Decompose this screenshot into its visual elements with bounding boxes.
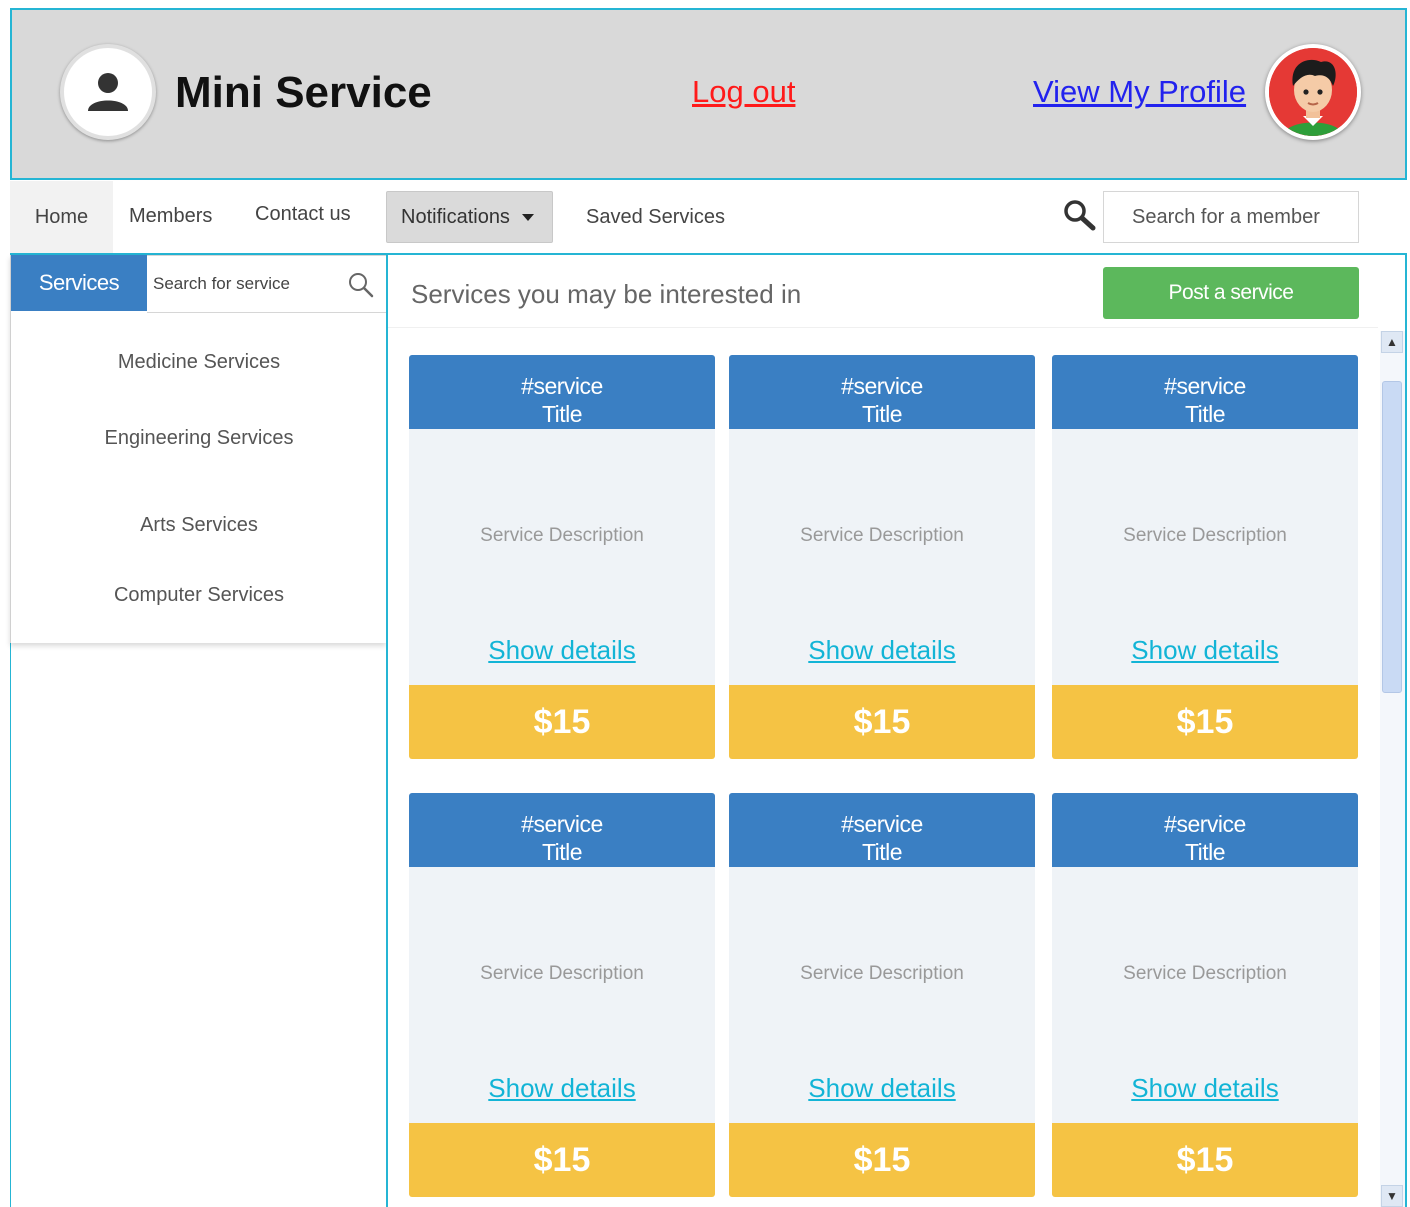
service-price: $15 bbox=[1052, 685, 1358, 759]
show-details-link[interactable]: Show details bbox=[1052, 1073, 1358, 1104]
logout-link[interactable]: Log out bbox=[692, 74, 795, 110]
service-card: #service Title Service Description Show … bbox=[1052, 355, 1358, 759]
service-card: #service Title Service Description Show … bbox=[729, 355, 1035, 759]
service-price: $15 bbox=[729, 685, 1035, 759]
notifications-dropdown[interactable]: Notifications bbox=[386, 191, 553, 243]
service-card-title: #service Title bbox=[1052, 793, 1358, 867]
show-details-link[interactable]: Show details bbox=[409, 635, 715, 666]
service-card-title: #service Title bbox=[729, 355, 1035, 429]
category-sidebar: Services Medicine Services Engineering S… bbox=[10, 255, 387, 643]
show-details-link[interactable]: Show details bbox=[409, 1073, 715, 1104]
service-card-title: #service Title bbox=[729, 793, 1035, 867]
category-medicine[interactable]: Medicine Services bbox=[11, 351, 387, 374]
scroll-up-icon[interactable]: ▲ bbox=[1381, 331, 1403, 353]
service-description: Service Description bbox=[480, 963, 644, 984]
services-tab[interactable]: Services bbox=[11, 255, 147, 311]
user-avatar[interactable] bbox=[1265, 44, 1361, 140]
nav-home[interactable]: Home bbox=[10, 181, 113, 253]
app-header: Mini Service Log out View My Profile bbox=[10, 8, 1407, 180]
scrollbar[interactable]: ▲ ▼ bbox=[1380, 331, 1405, 1207]
category-arts[interactable]: Arts Services bbox=[11, 514, 387, 537]
show-details-link[interactable]: Show details bbox=[729, 635, 1035, 666]
service-card-body: Service Description Show details bbox=[409, 867, 715, 1123]
service-card-body: Service Description Show details bbox=[1052, 429, 1358, 685]
service-description: Service Description bbox=[1123, 963, 1287, 984]
service-card-body: Service Description Show details bbox=[729, 867, 1035, 1123]
caret-down-icon bbox=[521, 213, 534, 221]
nav-saved-services[interactable]: Saved Services bbox=[586, 206, 725, 229]
service-card-body: Service Description Show details bbox=[1052, 867, 1358, 1123]
category-engineering[interactable]: Engineering Services bbox=[11, 427, 387, 450]
scroll-down-icon[interactable]: ▼ bbox=[1381, 1185, 1403, 1207]
service-description: Service Description bbox=[1123, 525, 1287, 546]
service-card-title: #service Title bbox=[409, 793, 715, 867]
service-price: $15 bbox=[409, 685, 715, 759]
service-description: Service Description bbox=[480, 525, 644, 546]
post-service-button[interactable]: Post a service bbox=[1103, 267, 1359, 319]
service-description: Service Description bbox=[800, 525, 964, 546]
service-card-title: #service Title bbox=[1052, 355, 1358, 429]
search-icon[interactable] bbox=[347, 271, 375, 299]
show-details-link[interactable]: Show details bbox=[729, 1073, 1035, 1104]
user-avatar-icon bbox=[1269, 48, 1357, 136]
main-nav: Home Members Contact us Notifications Sa… bbox=[10, 181, 1407, 255]
service-card: #service Title Service Description Show … bbox=[409, 793, 715, 1197]
nav-members[interactable]: Members bbox=[129, 205, 212, 228]
service-card: #service Title Service Description Show … bbox=[409, 355, 715, 759]
service-card: #service Title Service Description Show … bbox=[1052, 793, 1358, 1197]
user-icon bbox=[88, 73, 128, 111]
section-title: Services you may be interested in bbox=[411, 279, 802, 309]
service-card-body: Service Description Show details bbox=[409, 429, 715, 685]
search-icon[interactable] bbox=[1060, 197, 1098, 235]
services-panel: Services you may be interested in Post a… bbox=[386, 255, 1407, 1207]
notifications-label: Notifications bbox=[401, 205, 510, 228]
divider bbox=[388, 327, 1378, 328]
view-profile-link[interactable]: View My Profile bbox=[1033, 74, 1246, 110]
service-price: $15 bbox=[1052, 1123, 1358, 1197]
service-card-title: #service Title bbox=[409, 355, 715, 429]
app-title: Mini Service bbox=[175, 68, 432, 117]
service-card-body: Service Description Show details bbox=[729, 429, 1035, 685]
service-card: #service Title Service Description Show … bbox=[729, 793, 1035, 1197]
show-details-link[interactable]: Show details bbox=[1052, 635, 1358, 666]
nav-contact[interactable]: Contact us bbox=[255, 203, 351, 226]
service-price: $15 bbox=[409, 1123, 715, 1197]
member-search-input[interactable] bbox=[1103, 191, 1359, 243]
service-price: $15 bbox=[729, 1123, 1035, 1197]
logo bbox=[60, 44, 156, 140]
scroll-thumb[interactable] bbox=[1382, 381, 1402, 693]
service-description: Service Description bbox=[800, 963, 964, 984]
category-computer[interactable]: Computer Services bbox=[11, 584, 387, 607]
